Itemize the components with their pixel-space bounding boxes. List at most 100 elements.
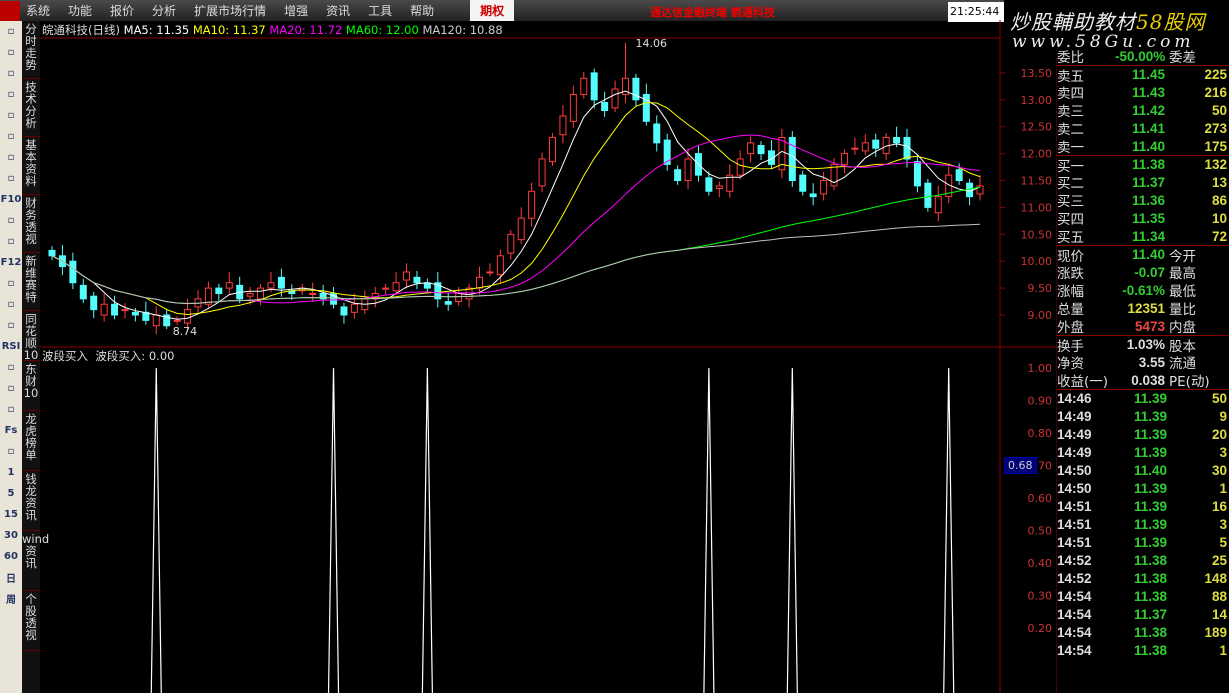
tab-vertical[interactable]: 个股透视 — [22, 591, 40, 651]
s-icon[interactable]: ▫ — [0, 357, 22, 378]
down-icon[interactable]: ▫ — [0, 63, 22, 84]
menu-item[interactable]: 扩展市场行情 — [194, 4, 266, 18]
row-label: 委比 — [1057, 50, 1084, 66]
price-tick: 11.50 — [1021, 175, 1053, 188]
tick-volume: 25 — [1211, 552, 1227, 568]
quote-row: 买二 11.37 13 — [1057, 173, 1229, 193]
row-label: 买三 — [1057, 194, 1084, 210]
tick-price: 11.39 — [1133, 391, 1167, 406]
quote-row: 现价 11.40 今开 — [1057, 245, 1229, 265]
tab-vertical[interactable]: 东财10 — [22, 361, 40, 411]
menu-item[interactable]: 增强 — [284, 4, 308, 18]
quote-row: 买四 11.35 10 — [1057, 209, 1229, 229]
ad-banner[interactable]: 通达信金融终端 鹤通科技 — [650, 4, 775, 20]
menu-item[interactable]: 报价 — [110, 4, 134, 18]
price-tick: 12.50 — [1021, 121, 1053, 134]
indicator-spike — [421, 367, 433, 693]
stock-name: 皖通科技(日线) — [42, 23, 120, 37]
candle-body — [715, 185, 723, 190]
candle-body — [820, 180, 828, 195]
candle-body — [455, 292, 463, 303]
row-value: 3.55 — [1138, 354, 1165, 370]
candle-body — [559, 115, 567, 136]
candle-body — [309, 292, 317, 295]
period-button[interactable]: 日 — [0, 567, 22, 588]
indicator-tick: 0.90 — [1028, 395, 1053, 408]
menu-item[interactable]: 资讯 — [326, 4, 350, 18]
menu-item[interactable]: 帮助 — [410, 4, 434, 18]
row-value: 11.34 — [1131, 228, 1165, 244]
row-volume: 175 — [1204, 138, 1227, 154]
period-button[interactable]: 15 — [0, 504, 22, 525]
indicator-name: 波段买入 — [42, 349, 88, 363]
tick-price: 11.38 — [1133, 570, 1167, 586]
row-volume: 10 — [1211, 210, 1227, 226]
grid-icon[interactable]: ▫ — [0, 105, 22, 126]
period-button[interactable]: RSI — [0, 336, 22, 357]
up-icon[interactable]: ▫ — [0, 42, 22, 63]
move-icon[interactable]: ▫ — [0, 378, 22, 399]
news-icon[interactable]: ▫ — [0, 210, 22, 231]
box-icon[interactable]: ▫ — [0, 231, 22, 252]
tab-vertical[interactable]: 钱龙资讯 — [22, 471, 40, 531]
menu-item[interactable]: 分析 — [152, 4, 176, 18]
tab-vertical[interactable]: 技术分析 — [22, 79, 40, 137]
menu-item[interactable]: 工具 — [368, 4, 392, 18]
candle-body — [111, 303, 119, 316]
map-icon[interactable]: ▫ — [0, 273, 22, 294]
list-icon[interactable]: ▫ — [0, 168, 22, 189]
period-button[interactable]: Fs — [0, 420, 22, 441]
tab-vertical[interactable]: 分时走势 — [22, 21, 40, 79]
menu-item[interactable]: 系统 — [26, 4, 50, 18]
line-chart-icon[interactable]: ▫ — [0, 126, 22, 147]
period-button[interactable]: F10 — [0, 189, 22, 210]
candle-body — [486, 271, 494, 274]
row-label: 卖三 — [1057, 104, 1084, 120]
candle-body — [184, 309, 192, 324]
candle-icon[interactable]: ▫ — [0, 147, 22, 168]
tick-row: 14:52 11.38 25 — [1057, 551, 1229, 569]
candle-body — [340, 306, 348, 316]
period-button[interactable]: 5 — [0, 483, 22, 504]
quote-row: 收益(一) 0.038 PE(动) — [1057, 371, 1229, 391]
app-logo[interactable] — [0, 0, 20, 21]
row-label-2: 最高 — [1169, 266, 1196, 282]
period-button[interactable]: 30 — [0, 525, 22, 546]
tab-vertical[interactable]: 同花顺10 — [22, 311, 40, 361]
candle-body — [840, 153, 848, 165]
row-value: 1.03% — [1126, 337, 1165, 352]
candle-body — [893, 136, 901, 144]
tick-time: 14:51 — [1057, 516, 1092, 532]
tick-time: 14:54 — [1057, 642, 1092, 658]
period-button[interactable]: 周 — [0, 588, 22, 609]
money-icon[interactable]: ▫ — [0, 441, 22, 462]
tab-vertical[interactable]: 新维赛特 — [22, 253, 40, 311]
quote-icon[interactable]: ▫ — [0, 84, 22, 105]
row-value: 11.38 — [1131, 157, 1165, 172]
tab-vertical[interactable]: wind资讯 — [22, 531, 49, 591]
tab-vertical[interactable]: 龙虎榜单 — [22, 411, 40, 471]
tab-vertical[interactable]: 财务透视 — [22, 195, 40, 253]
period-button[interactable]: 1 — [0, 462, 22, 483]
tick-volume: 88 — [1211, 588, 1227, 604]
wave-icon[interactable]: ▫ — [0, 315, 22, 336]
period-button[interactable]: F12 — [0, 252, 22, 273]
row-label: 卖二 — [1057, 122, 1084, 138]
price-tick: 13.50 — [1021, 67, 1053, 80]
candle-body — [601, 101, 609, 112]
indicator-tick: 0.20 — [1028, 622, 1053, 635]
price-tick: 9.50 — [1028, 282, 1053, 295]
period-button[interactable]: 60 — [0, 546, 22, 567]
menu-option[interactable]: 期权 — [470, 0, 515, 21]
back-icon[interactable]: ▫ — [0, 21, 22, 42]
pencil-icon[interactable]: ▫ — [0, 399, 22, 420]
target-icon[interactable]: ▫ — [0, 294, 22, 315]
chart-area[interactable]: 13.50 13.00 12.50 12.00 11.50 11.00 10.50 10.00… — [40, 20, 1057, 693]
tick-volume: 189 — [1204, 624, 1227, 640]
quote-row: 换手 1.03% 股本 — [1057, 335, 1229, 355]
tick-price: 11.38 — [1133, 588, 1167, 604]
tick-row: 14:54 11.38 189 — [1057, 623, 1229, 641]
tab-vertical[interactable]: 基本资料 — [22, 137, 40, 195]
indicator-current-value: 0.68 — [1004, 457, 1037, 474]
menu-item[interactable]: 功能 — [68, 4, 92, 18]
